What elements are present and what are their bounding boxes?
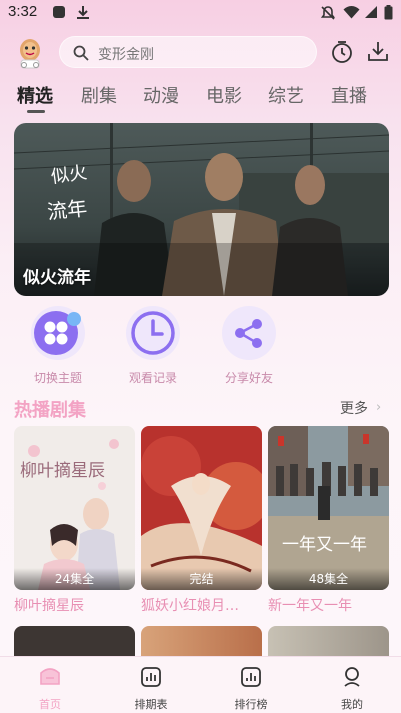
search-icon (73, 45, 89, 61)
theme-switch-icon (34, 311, 81, 355)
tab-movies[interactable]: 电影 (206, 82, 242, 108)
search-placeholder: 变形金刚 (98, 47, 154, 63)
download-status-icon (77, 6, 89, 19)
nav-schedule[interactable]: 排期表 (111, 657, 191, 712)
more-link[interactable]: 更多 (340, 398, 368, 418)
ranking-icon (241, 667, 261, 687)
tab-featured[interactable]: 精选 (17, 82, 53, 108)
drama-card-6-partial[interactable] (268, 626, 389, 656)
active-tab-indicator (27, 110, 45, 113)
drama-card-3[interactable]: 一年又一年 48集全 (268, 426, 389, 590)
poster-image: 柳叶摘星辰 (14, 426, 135, 590)
status-time: 3:32 (8, 3, 38, 20)
notification-icon (53, 6, 65, 18)
quick-action-share[interactable]: 分享好友 (204, 306, 294, 386)
quick-action-theme[interactable]: 切换主题 (13, 306, 103, 386)
quick-action-label: 分享好友 (224, 371, 273, 385)
nav-ranking[interactable]: 排行榜 (211, 657, 291, 712)
bottom-navigation: 首页 排期表 排行榜 我的 (0, 656, 401, 713)
history-clock-icon[interactable] (331, 40, 353, 64)
signal-icon (365, 6, 377, 18)
banner-calligraphy-2: 流年 (46, 196, 88, 224)
poster-image (141, 426, 262, 590)
drama-card-4-partial[interactable] (14, 626, 135, 656)
tab-anime[interactable]: 动漫 (143, 82, 179, 108)
poster-title-text: 一年又一年 (282, 535, 367, 555)
nav-label: 我的 (341, 698, 363, 711)
mute-icon (320, 6, 336, 20)
nav-profile[interactable]: 我的 (312, 657, 392, 712)
search-bar[interactable]: 变形金刚 (59, 36, 317, 68)
section-title: 热播剧集 (14, 400, 86, 421)
home-icon (40, 668, 60, 685)
drama-card-1[interactable]: 柳叶摘星辰 24集全 (14, 426, 135, 590)
chevron-right-icon[interactable]: › (376, 400, 381, 415)
featured-banner[interactable]: 似火 流年 似火流年 (14, 123, 389, 296)
schedule-icon (141, 667, 161, 687)
nav-label: 排期表 (134, 698, 168, 711)
drama-card-2[interactable]: 完结 (141, 426, 262, 590)
poster-image: 一年又一年 (268, 426, 389, 590)
episode-badge: 24集全 (14, 568, 135, 590)
episode-badge: 完结 (141, 568, 262, 590)
battery-icon (384, 5, 393, 20)
wifi-icon (343, 6, 360, 19)
tab-series[interactable]: 剧集 (81, 82, 117, 108)
app-logo-avatar[interactable] (13, 36, 47, 70)
share-icon (235, 319, 262, 348)
quick-action-history[interactable]: 观看记录 (108, 306, 198, 386)
banner-title: 似火流年 (23, 268, 91, 288)
tab-variety[interactable]: 综艺 (268, 82, 304, 108)
nav-label: 排行榜 (234, 698, 268, 711)
nav-label: 首页 (39, 698, 61, 711)
download-icon[interactable] (367, 40, 389, 62)
nav-home[interactable]: 首页 (10, 657, 90, 712)
card-title[interactable]: 狐妖小红娘月… (141, 595, 262, 615)
category-tabs: 精选 剧集 动漫 电影 综艺 直播 (0, 80, 401, 114)
quick-action-label: 切换主题 (33, 371, 82, 385)
poster-title-text: 柳叶摘星辰 (20, 461, 105, 481)
episode-badge: 48集全 (268, 568, 389, 590)
card-title[interactable]: 新一年又一年 (268, 595, 389, 615)
profile-icon (344, 667, 360, 687)
card-title[interactable]: 柳叶摘星辰 (14, 595, 135, 615)
status-bar: 3:32 (0, 0, 401, 26)
tab-live[interactable]: 直播 (331, 82, 367, 108)
clock-icon (131, 311, 175, 355)
quick-action-label: 观看记录 (128, 371, 177, 385)
drama-card-5-partial[interactable] (141, 626, 262, 656)
